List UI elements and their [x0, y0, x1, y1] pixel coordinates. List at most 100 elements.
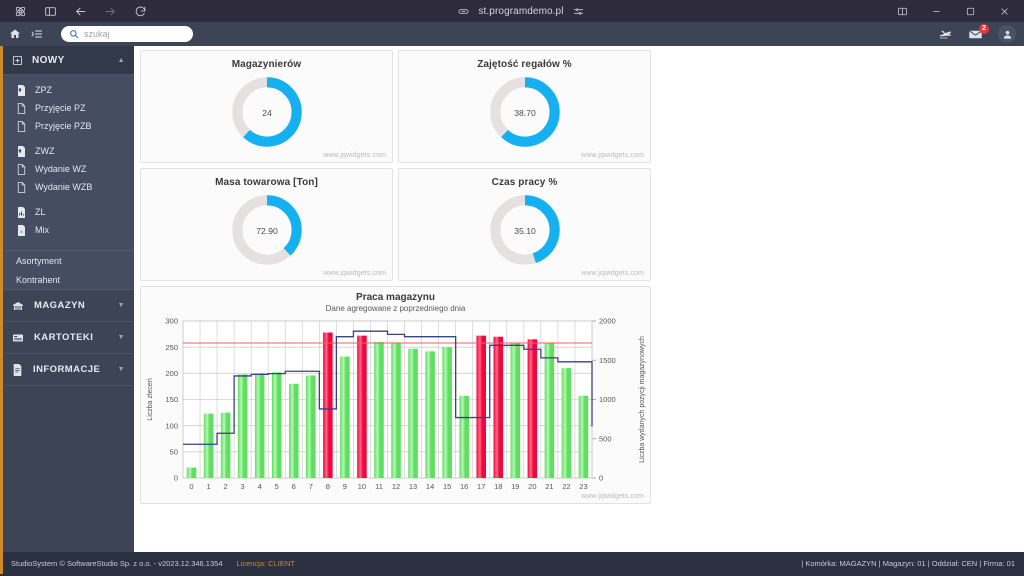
reload-icon[interactable] — [132, 3, 148, 19]
window-controls — [894, 3, 1018, 19]
x-axis-tick: 20 — [528, 482, 536, 491]
split-view-icon[interactable] — [894, 3, 910, 19]
chevron-up-icon[interactable]: ▲ — [118, 57, 125, 64]
gauge-czas-pracy: 35.10 — [399, 191, 650, 269]
chart-plot-area: 0501001502002503000500100015002000012345… — [141, 315, 650, 500]
praca-magazynu-chart: 0501001502002503000500100015002000012345… — [141, 315, 650, 500]
document-chart-icon — [16, 207, 26, 218]
status-copyright: StudioSystem © SoftwareStudio Sp. z o.o.… — [11, 559, 223, 568]
watermark: www.jqwidgets.com — [323, 152, 386, 159]
y-axis-tick: 0 — [174, 474, 178, 483]
back-arrow-icon[interactable] — [72, 3, 88, 19]
sidebar-item-kontrahent[interactable]: Kontrahent — [3, 270, 134, 290]
header-left-group: szukaj — [0, 26, 193, 42]
x-axis-tick: 8 — [326, 482, 330, 491]
header-actions: 2 — [938, 22, 1016, 46]
y2-axis-tick: 1500 — [599, 356, 616, 365]
document-mix-icon: x — [16, 225, 26, 236]
gauge-title: Masa towarowa [Ton] — [141, 177, 392, 188]
chart-bar[interactable] — [374, 342, 384, 478]
sidebar-item-wydanie-wzb[interactable]: Wydanie WZB — [3, 178, 134, 196]
sidebar-item-kartoteki[interactable]: KARTOTEKI ▼ — [3, 322, 134, 354]
chart-bar[interactable] — [425, 351, 435, 478]
sidebar-label: Przyjęcie PZB — [35, 121, 92, 131]
chart-bar[interactable] — [323, 333, 333, 478]
chart-bar[interactable] — [528, 339, 538, 478]
search-placeholder: szukaj — [84, 29, 110, 39]
user-avatar[interactable] — [998, 25, 1016, 43]
notification-badge: 2 — [979, 24, 989, 34]
donut-gauge: 35.10 — [486, 191, 564, 269]
chart-bar[interactable] — [340, 357, 350, 478]
envelope-icon[interactable]: 2 — [968, 27, 983, 42]
chart-bar[interactable] — [204, 414, 214, 478]
document-lock-icon — [16, 146, 26, 157]
x-axis-tick: 21 — [545, 482, 553, 491]
chart-bar[interactable] — [221, 413, 231, 478]
search-icon — [69, 29, 79, 39]
chart-bar[interactable] — [289, 384, 299, 478]
chart-bar[interactable] — [459, 396, 469, 478]
chart-bar[interactable] — [493, 337, 503, 478]
forward-arrow-icon[interactable] — [102, 3, 118, 19]
chevron-down-icon[interactable]: ▼ — [118, 366, 125, 373]
maximize-icon[interactable] — [962, 3, 978, 19]
document-icon — [16, 103, 26, 114]
chart-bar[interactable] — [562, 368, 572, 478]
url-text: st.programdemo.pl — [478, 6, 563, 17]
chart-bar[interactable] — [391, 342, 401, 478]
search-input[interactable]: szukaj — [61, 26, 193, 42]
sliders-icon[interactable] — [573, 6, 584, 17]
sidebar-item-przyjecie-pzb[interactable]: Przyjęcie PZB — [3, 117, 134, 135]
chart-bar[interactable] — [476, 336, 486, 478]
chart-bar[interactable] — [255, 373, 265, 478]
chart-bar[interactable] — [357, 336, 367, 478]
x-axis-tick: 1 — [206, 482, 210, 491]
x-axis-tick: 11 — [375, 482, 383, 491]
sidebar-item-zwz[interactable]: ZWZ — [3, 142, 134, 160]
chart-bar[interactable] — [238, 374, 248, 478]
chevron-down-icon[interactable]: ▼ — [118, 302, 125, 309]
sidebar-item-zl[interactable]: ZL — [3, 203, 134, 221]
sidebar-nowy-label: NOWY — [32, 55, 65, 66]
sidebar-item-przyjecie-pz[interactable]: Przyjęcie PZ — [3, 99, 134, 117]
sidebar-toggle-icon[interactable] — [42, 3, 58, 19]
y-axis-tick: 250 — [165, 343, 178, 352]
x-axis-tick: 3 — [241, 482, 245, 491]
status-bar: StudioSystem © SoftwareStudio Sp. z o.o.… — [0, 552, 1024, 574]
sidebar-item-nowy[interactable]: NOWY ▲ — [3, 46, 134, 75]
sidebar-label: Mix — [35, 225, 49, 235]
sidebar-item-informacje[interactable]: INFORMACJE ▼ — [3, 354, 134, 386]
chart-bar[interactable] — [187, 468, 197, 478]
sidebar-label: KARTOTEKI — [34, 332, 93, 343]
chart-bar[interactable] — [272, 372, 282, 478]
gauge-value: 24 — [262, 108, 272, 118]
sidebar-item-mix[interactable]: x Mix — [3, 221, 134, 239]
sidebar-item-wydanie-wz[interactable]: Wydanie WZ — [3, 160, 134, 178]
sidebar-item-asortyment[interactable]: Asortyment — [3, 251, 134, 270]
menu-list-icon[interactable] — [31, 28, 43, 40]
x-axis-tick: 22 — [562, 482, 570, 491]
sidebar-label: Przyjęcie PZ — [35, 103, 86, 113]
chart-bar[interactable] — [306, 375, 316, 478]
sidebar-divider — [3, 239, 134, 246]
sidebar-item-magazyn[interactable]: MAGAZYN ▼ — [3, 290, 134, 322]
address-bar[interactable]: st.programdemo.pl — [148, 6, 894, 17]
gauge-masa-towarowa: 72.90 — [141, 191, 392, 269]
sidebar-label: Wydanie WZ — [35, 164, 86, 174]
chart-bar[interactable] — [442, 347, 452, 478]
sidebar-item-zpz[interactable]: ZPZ — [3, 81, 134, 99]
atom-icon[interactable] — [12, 3, 28, 19]
home-icon[interactable] — [9, 28, 21, 40]
plane-icon[interactable] — [938, 27, 953, 42]
chart-bar[interactable] — [579, 396, 589, 478]
sidebar-divider — [3, 135, 134, 142]
minimize-icon[interactable] — [928, 3, 944, 19]
chart-bar[interactable] — [545, 343, 555, 478]
chart-bar[interactable] — [408, 349, 418, 478]
chevron-down-icon[interactable]: ▼ — [118, 334, 125, 341]
close-icon[interactable] — [996, 3, 1012, 19]
gauge-zajetosc-regalow: 38.70 — [399, 73, 650, 151]
chart-bar[interactable] — [511, 342, 521, 478]
y2-axis-tick: 1000 — [599, 395, 616, 404]
